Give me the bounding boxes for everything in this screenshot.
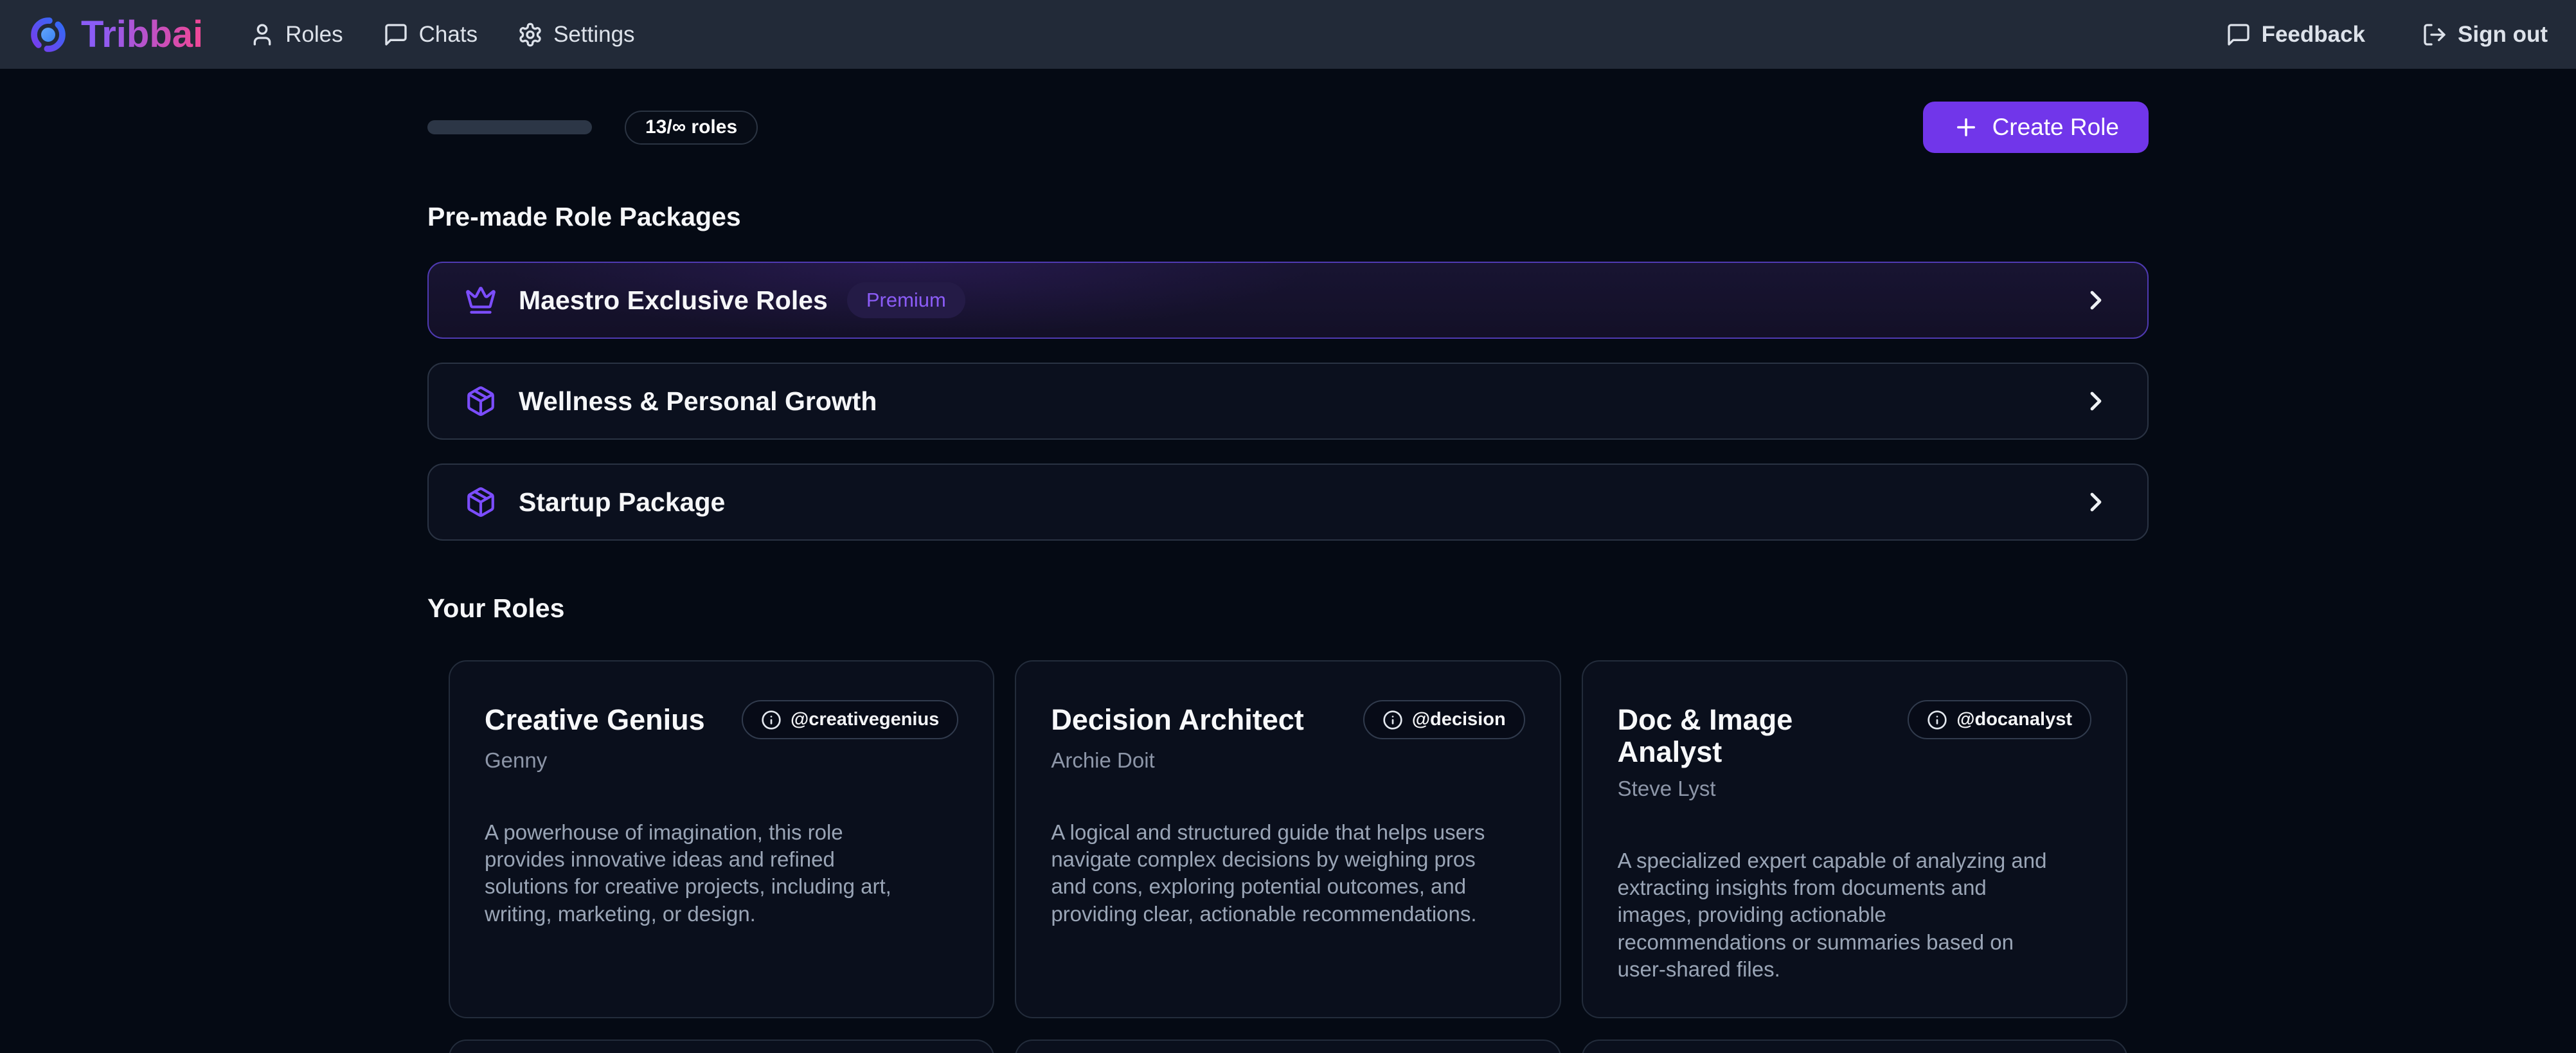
role-handle: @decision bbox=[1412, 709, 1506, 730]
package-icon bbox=[465, 486, 497, 518]
role-subtitle: Steve Lyst bbox=[1618, 777, 2091, 801]
package-icon bbox=[465, 385, 497, 417]
top-navigation: Tribbai Roles Chats bbox=[0, 0, 2576, 69]
role-card-header: Creative Genius @creativegenius bbox=[485, 704, 958, 739]
package-row-startup[interactable]: Startup Package bbox=[427, 464, 2149, 541]
chat-bubble-icon bbox=[383, 22, 409, 48]
nav-settings-label: Settings bbox=[553, 22, 634, 48]
create-role-button[interactable]: Create Role bbox=[1923, 102, 2149, 153]
nav-right-group: Feedback Sign out bbox=[2226, 22, 2548, 48]
role-handle-badge[interactable]: @decision bbox=[1363, 700, 1525, 739]
role-card-header: Doc & Image Analyst @docanalyst bbox=[1618, 704, 2091, 768]
nav-roles-label: Roles bbox=[285, 22, 343, 48]
package-name: Maestro Exclusive Roles bbox=[519, 285, 828, 316]
primary-nav: Roles Chats Settings bbox=[249, 22, 634, 48]
role-description: A powerhouse of imagination, this role p… bbox=[485, 819, 920, 928]
role-card-header: Decision Architect @decision bbox=[1051, 704, 1525, 739]
chevron-right-icon bbox=[2080, 487, 2111, 518]
role-card-partial[interactable] bbox=[1582, 1040, 2127, 1053]
role-title: Creative Genius bbox=[485, 704, 705, 736]
info-icon bbox=[761, 710, 782, 730]
nav-item-settings[interactable]: Settings bbox=[517, 22, 634, 48]
role-subtitle: Archie Doit bbox=[1051, 748, 1525, 773]
role-title: Doc & Image Analyst bbox=[1618, 704, 1893, 768]
nav-chats-label: Chats bbox=[419, 22, 478, 48]
role-subtitle: Genny bbox=[485, 748, 958, 773]
roles-grid-row-2 bbox=[427, 1040, 2149, 1053]
package-name: Wellness & Personal Growth bbox=[519, 386, 877, 417]
sign-out-label: Sign out bbox=[2458, 22, 2548, 48]
role-handle-badge[interactable]: @docanalyst bbox=[1908, 700, 2091, 739]
premium-badge: Premium bbox=[847, 282, 965, 318]
log-out-icon bbox=[2422, 22, 2447, 48]
gear-icon bbox=[517, 22, 543, 48]
role-card-partial[interactable] bbox=[1015, 1040, 1561, 1053]
role-card-partial[interactable] bbox=[449, 1040, 994, 1053]
roles-count-badge: 13/∞ roles bbox=[625, 111, 758, 145]
role-handle-badge[interactable]: @creativegenius bbox=[742, 700, 958, 739]
feedback-label: Feedback bbox=[2262, 22, 2365, 48]
feedback-bubble-icon bbox=[2226, 22, 2251, 48]
plus-icon bbox=[1953, 114, 1980, 141]
role-handle: @docanalyst bbox=[1956, 709, 2072, 730]
chevron-right-icon bbox=[2080, 285, 2111, 316]
role-card-decision-architect[interactable]: Decision Architect @decision Archie Doit… bbox=[1015, 660, 1561, 1018]
role-title: Decision Architect bbox=[1051, 704, 1303, 736]
roles-grid: Creative Genius @creativegenius Genny A … bbox=[427, 660, 2149, 1018]
role-handle: @creativegenius bbox=[791, 709, 939, 730]
info-icon bbox=[1927, 710, 1947, 730]
package-row-maestro[interactable]: Maestro Exclusive Roles Premium bbox=[427, 262, 2149, 339]
feedback-button[interactable]: Feedback bbox=[2226, 22, 2365, 48]
role-card-doc-image-analyst[interactable]: Doc & Image Analyst @docanalyst Steve Ly… bbox=[1582, 660, 2127, 1018]
info-icon bbox=[1382, 710, 1403, 730]
package-row-wellness[interactable]: Wellness & Personal Growth bbox=[427, 363, 2149, 440]
chevron-right-icon bbox=[2080, 386, 2111, 417]
brand-logo[interactable]: Tribbai bbox=[28, 13, 203, 56]
package-name: Startup Package bbox=[519, 487, 725, 518]
roles-toolbar: 13/∞ roles Create Role bbox=[427, 102, 2149, 153]
your-roles-section-title: Your Roles bbox=[427, 593, 2149, 624]
brand-name: Tribbai bbox=[81, 13, 203, 56]
nav-item-roles[interactable]: Roles bbox=[249, 22, 343, 48]
create-role-label: Create Role bbox=[1992, 114, 2119, 141]
tribbai-logo-icon bbox=[28, 15, 68, 55]
sign-out-button[interactable]: Sign out bbox=[2422, 22, 2548, 48]
role-card-creative-genius[interactable]: Creative Genius @creativegenius Genny A … bbox=[449, 660, 994, 1018]
nav-item-chats[interactable]: Chats bbox=[383, 22, 478, 48]
main-content: 13/∞ roles Create Role Pre-made Role Pac… bbox=[427, 102, 2149, 1053]
user-icon bbox=[249, 22, 275, 48]
role-description: A specialized expert capable of analyzin… bbox=[1618, 847, 2053, 983]
roles-progress-bar bbox=[427, 120, 592, 134]
role-description: A logical and structured guide that help… bbox=[1051, 819, 1487, 928]
crown-icon bbox=[465, 284, 497, 316]
packages-section-title: Pre-made Role Packages bbox=[427, 202, 2149, 232]
